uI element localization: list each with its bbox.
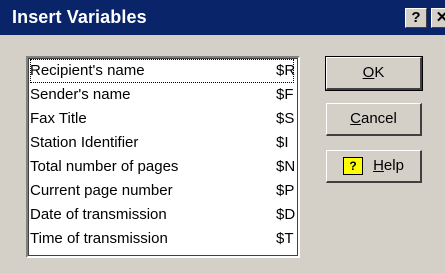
- list-item[interactable]: Station Identifier $I: [30, 131, 294, 155]
- variable-name: Sender's name: [30, 86, 131, 103]
- list-item[interactable]: Fax Title $S: [30, 107, 294, 131]
- ok-button-label: OK: [362, 64, 385, 81]
- title-help-button[interactable]: ?: [405, 8, 427, 28]
- variable-code: $T: [276, 230, 294, 247]
- variable-name: Recipient's name: [30, 62, 145, 79]
- insert-variables-dialog: Insert Variables ? ✕ Recipient's name $R…: [0, 0, 445, 273]
- variable-name: Fax Title: [30, 110, 87, 127]
- close-icon: ✕: [435, 9, 445, 26]
- variable-code: $F: [276, 86, 294, 103]
- list-item[interactable]: Recipient's name $R: [30, 59, 296, 83]
- question-mark-icon: ?: [411, 9, 421, 26]
- list-item[interactable]: Date of transmission $D: [30, 203, 296, 227]
- list-item[interactable]: Total number of pages $N: [30, 155, 296, 179]
- variables-listbox[interactable]: Recipient's name $R Sender's name $F Fax…: [26, 56, 300, 258]
- help-button[interactable]: ? Help: [326, 150, 422, 183]
- variable-name: Time of transmission: [30, 230, 168, 247]
- cancel-button[interactable]: Cancel: [326, 103, 422, 136]
- list-item[interactable]: Time of transmission $T: [30, 227, 294, 251]
- variable-code: $S: [276, 110, 295, 127]
- variable-code: $P: [276, 182, 295, 199]
- variable-code: $I: [276, 134, 289, 151]
- title-close-button[interactable]: ✕: [431, 8, 445, 28]
- cancel-button-label: Cancel: [350, 110, 397, 127]
- help-button-label: Help: [373, 157, 404, 174]
- title-bar[interactable]: Insert Variables ? ✕: [0, 0, 445, 35]
- variable-code: $N: [276, 158, 296, 175]
- list-item[interactable]: Current page number $P: [30, 179, 294, 203]
- help-book-icon: ?: [343, 157, 364, 176]
- ok-button[interactable]: OK: [325, 56, 423, 91]
- variable-name: Total number of pages: [30, 158, 179, 175]
- window-title: Insert Variables: [12, 7, 147, 27]
- variable-code: $D: [276, 206, 296, 223]
- variable-code: $R: [276, 62, 296, 79]
- list-item[interactable]: Sender's name $F: [30, 83, 294, 107]
- variable-name: Current page number: [30, 182, 173, 199]
- variable-name: Date of transmission: [30, 206, 167, 223]
- variable-name: Station Identifier: [30, 134, 139, 151]
